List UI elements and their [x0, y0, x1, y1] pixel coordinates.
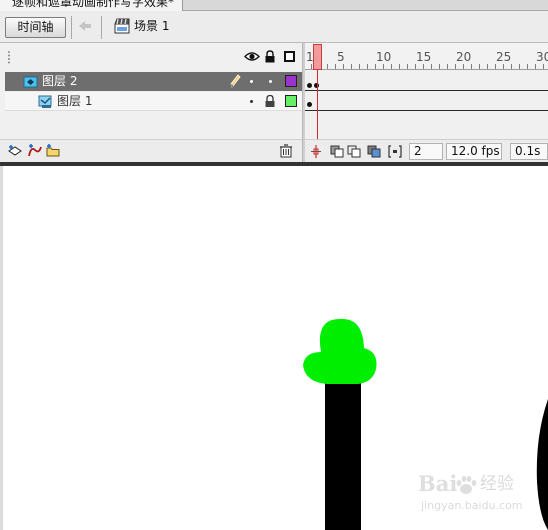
frame-area[interactable]: 1 5 10 15 20 25 30 2 12.0 fps 0.1s [305, 43, 548, 162]
tree-foliage [303, 318, 377, 384]
frame-rate-field[interactable]: 12.0 fps [446, 143, 502, 160]
center-frame-icon[interactable] [309, 145, 323, 158]
timeline-status-bar: 2 12.0 fps 0.1s [305, 139, 548, 162]
ruler-tick [543, 64, 544, 69]
document-tab-bar: 逐帧和遮罩动画制作写字效果* [0, 0, 548, 11]
layer-outline-swatch[interactable] [285, 95, 297, 107]
watermark-brand: 经验 [480, 474, 514, 494]
ruler-label: 20 [456, 50, 472, 64]
tree-trunk [325, 380, 361, 530]
ruler-tick [519, 64, 520, 69]
ruler-tick [311, 64, 312, 69]
ruler-tick [447, 64, 448, 69]
ruler-tick [463, 64, 464, 69]
mask-layer-icon [38, 95, 52, 108]
insert-folder-icon[interactable] [45, 144, 61, 158]
ruler-tick [479, 64, 480, 69]
keyframe[interactable] [307, 83, 312, 88]
ruler-tick [495, 64, 496, 69]
scene-icon [114, 18, 130, 34]
edit-multiple-frames-icon[interactable] [367, 145, 381, 158]
ruler-tick [335, 64, 336, 69]
playhead[interactable] [313, 44, 322, 70]
frame-track-layer-1[interactable] [305, 91, 548, 111]
watermark-url: jingyan.baidu.com [421, 499, 523, 512]
ruler-tick [487, 64, 488, 69]
ruler-tick [439, 64, 440, 69]
insert-layer-icon[interactable] [7, 144, 23, 158]
edit-bar: 时间轴 场景 1 [0, 11, 548, 43]
toolbar-divider [71, 16, 72, 39]
playhead-line [317, 70, 318, 140]
trash-icon[interactable] [278, 144, 294, 158]
pencil-icon [230, 74, 241, 88]
ruler-tick [511, 64, 512, 69]
ruler-tick [383, 64, 384, 69]
layer-icon [23, 76, 38, 88]
ruler-tick [327, 64, 328, 69]
ruler-tick [423, 64, 424, 69]
timeline-panel: 图层 2 图层 1 1 5 10 15 20 25 30 2 12.0 fps … [0, 43, 548, 162]
ruler-tick [431, 64, 432, 69]
keyframe[interactable] [307, 102, 312, 107]
current-frame-field[interactable]: 2 [409, 143, 443, 160]
paw-icon [456, 476, 477, 494]
layer-list: 图层 2 图层 1 [0, 43, 302, 162]
document-tab[interactable]: 逐帧和遮罩动画制作写字效果* [0, 0, 184, 11]
frame-track-layer-2[interactable] [305, 71, 548, 91]
layer-name[interactable]: 图层 2 [42, 74, 77, 88]
panel-grip-icon[interactable] [7, 50, 11, 64]
elapsed-time-field: 0.1s [510, 143, 548, 160]
ruler-label: 5 [337, 50, 345, 64]
lock-icon[interactable] [264, 94, 276, 108]
ruler-tick [527, 64, 528, 69]
layer-row-1[interactable]: 图层 1 [5, 92, 302, 111]
toolbar-divider [101, 16, 102, 39]
baidu-watermark: Bai 经验 jingyan.baidu.com [418, 468, 538, 518]
layer-row-2[interactable]: 图层 2 [5, 72, 302, 91]
ruler-label: 10 [376, 50, 392, 64]
lock-dot[interactable] [269, 80, 272, 83]
ruler-tick [359, 64, 360, 69]
eye-icon[interactable] [244, 51, 260, 62]
modify-onion-markers-icon[interactable] [388, 145, 402, 158]
back-arrow-icon[interactable] [77, 18, 93, 34]
frame-ruler[interactable]: 1 5 10 15 20 25 30 [305, 43, 548, 70]
watermark-logo: Bai [418, 471, 458, 496]
layer-color-swatch[interactable] [285, 75, 297, 87]
ruler-tick [535, 64, 536, 69]
ruler-tick [407, 64, 408, 69]
ruler-tick [399, 64, 400, 69]
ruler-tick [503, 64, 504, 69]
scene-label[interactable]: 场景 1 [134, 19, 169, 33]
motion-guide-icon[interactable] [27, 144, 43, 158]
onion-skin-outline-icon[interactable] [347, 145, 361, 158]
layer-controls [0, 139, 302, 162]
ruler-label: 25 [496, 50, 512, 64]
ruler-label: 15 [416, 50, 432, 64]
ruler-tick [415, 64, 416, 69]
layer-name[interactable]: 图层 1 [57, 94, 92, 108]
ruler-tick [471, 64, 472, 69]
ruler-tick [375, 64, 376, 69]
black-shape [536, 399, 548, 530]
lock-icon[interactable] [264, 50, 276, 63]
ruler-tick [391, 64, 392, 69]
ruler-label: 30 [536, 50, 548, 64]
ruler-tick [367, 64, 368, 69]
outline-icon[interactable] [284, 51, 295, 62]
ruler-tick [343, 64, 344, 69]
timeline-toggle-button[interactable]: 时间轴 [5, 17, 66, 38]
onion-skin-icon[interactable] [330, 145, 344, 158]
visibility-dot[interactable] [250, 100, 253, 103]
visibility-dot[interactable] [250, 80, 253, 83]
ruler-tick [351, 64, 352, 69]
ruler-tick [455, 64, 456, 69]
